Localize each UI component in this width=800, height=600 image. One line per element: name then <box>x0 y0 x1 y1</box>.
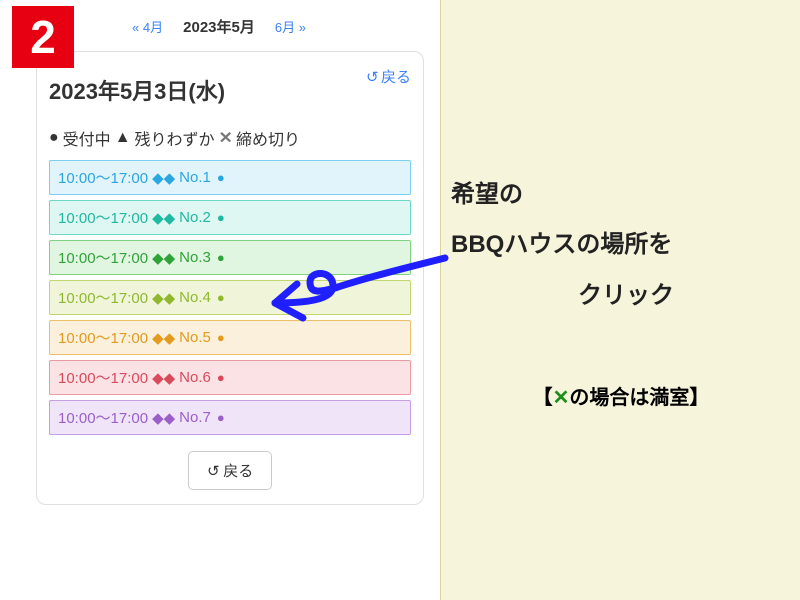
triangle-icon: ▲ <box>115 129 131 147</box>
current-month: 2023年5月 <box>183 16 255 37</box>
diamond-icon: ◆◆ <box>152 249 175 267</box>
circle-icon: ● <box>49 129 59 147</box>
step-badge: 2 <box>12 6 74 68</box>
slot-time: 10:00～17:00 <box>58 167 148 188</box>
undo-icon: ↻ <box>366 68 379 86</box>
slot-name: No.1 <box>179 169 211 186</box>
diamond-icon: ◆◆ <box>152 169 175 187</box>
slot-name: No.7 <box>179 409 211 426</box>
status-legend: ●受付中 ▲残りわずか ✕締め切り <box>49 126 411 150</box>
slot-list: 10:00～17:00◆◆No.1●10:00～17:00◆◆No.2●10:0… <box>49 160 411 435</box>
instruction-footnote: 【✕の場合は満室】 <box>441 381 800 410</box>
instruction-panel: 希望の BBQハウスの場所を クリック 【✕の場合は満室】 <box>440 0 800 600</box>
slot-time: 10:00～17:00 <box>58 407 148 428</box>
reservation-panel: « 4月 2023年5月 6月 » 2023年5月3日(水) ↻ 戻る ●受付中… <box>24 6 414 586</box>
instruction-text: 希望の BBQハウスの場所を クリック <box>451 170 800 321</box>
slot-name: No.5 <box>179 329 211 346</box>
chevron-left-icon: « <box>132 20 139 35</box>
slot-time: 10:00～17:00 <box>58 207 148 228</box>
diamond-icon: ◆◆ <box>152 369 175 387</box>
next-month-link[interactable]: 6月 » <box>275 17 306 36</box>
instruction-line2: BBQハウスの場所を <box>451 231 672 258</box>
slot-row-6[interactable]: 10:00～17:00◆◆No.6 ● <box>49 360 411 395</box>
slot-row-4[interactable]: 10:00～17:00◆◆No.4 ● <box>49 280 411 315</box>
undo-icon: ↻ <box>207 462 220 480</box>
back-link-top[interactable]: ↻ 戻る <box>366 66 411 87</box>
slot-name: No.3 <box>179 249 211 266</box>
diamond-icon: ◆◆ <box>152 329 175 347</box>
status-dot-icon: ● <box>217 290 225 305</box>
slot-time: 10:00～17:00 <box>58 367 148 388</box>
diamond-icon: ◆◆ <box>152 289 175 307</box>
day-card: 2023年5月3日(水) ↻ 戻る ●受付中 ▲残りわずか ✕締め切り 10:0… <box>36 51 424 505</box>
status-dot-icon: ● <box>217 250 225 265</box>
slot-row-3[interactable]: 10:00～17:00◆◆No.3 ● <box>49 240 411 275</box>
status-dot-icon: ● <box>217 370 225 385</box>
x-icon: ✕ <box>218 128 232 148</box>
slot-row-5[interactable]: 10:00～17:00◆◆No.5 ● <box>49 320 411 355</box>
slot-time: 10:00～17:00 <box>58 287 148 308</box>
slot-time: 10:00～17:00 <box>58 327 148 348</box>
back-button-bottom[interactable]: ↻ 戻る <box>188 451 273 490</box>
slot-row-7[interactable]: 10:00～17:00◆◆No.7 ● <box>49 400 411 435</box>
status-dot-icon: ● <box>217 410 225 425</box>
status-dot-icon: ● <box>217 210 225 225</box>
slot-name: No.6 <box>179 369 211 386</box>
slot-row-1[interactable]: 10:00～17:00◆◆No.1 ● <box>49 160 411 195</box>
status-dot-icon: ● <box>217 330 225 345</box>
chevron-right-icon: » <box>299 20 306 35</box>
diamond-icon: ◆◆ <box>152 209 175 227</box>
status-dot-icon: ● <box>217 170 225 185</box>
slot-row-2[interactable]: 10:00～17:00◆◆No.2 ● <box>49 200 411 235</box>
slot-time: 10:00～17:00 <box>58 247 148 268</box>
prev-month-link[interactable]: « 4月 <box>132 17 163 36</box>
instruction-line3: クリック <box>451 271 800 321</box>
diamond-icon: ◆◆ <box>152 409 175 427</box>
date-heading: 2023年5月3日(水) <box>49 74 225 106</box>
month-navigation: « 4月 2023年5月 6月 » <box>24 16 414 37</box>
instruction-line1: 希望の <box>451 181 523 208</box>
x-mark-icon: ✕ <box>553 387 570 409</box>
slot-name: No.2 <box>179 209 211 226</box>
slot-name: No.4 <box>179 289 211 306</box>
